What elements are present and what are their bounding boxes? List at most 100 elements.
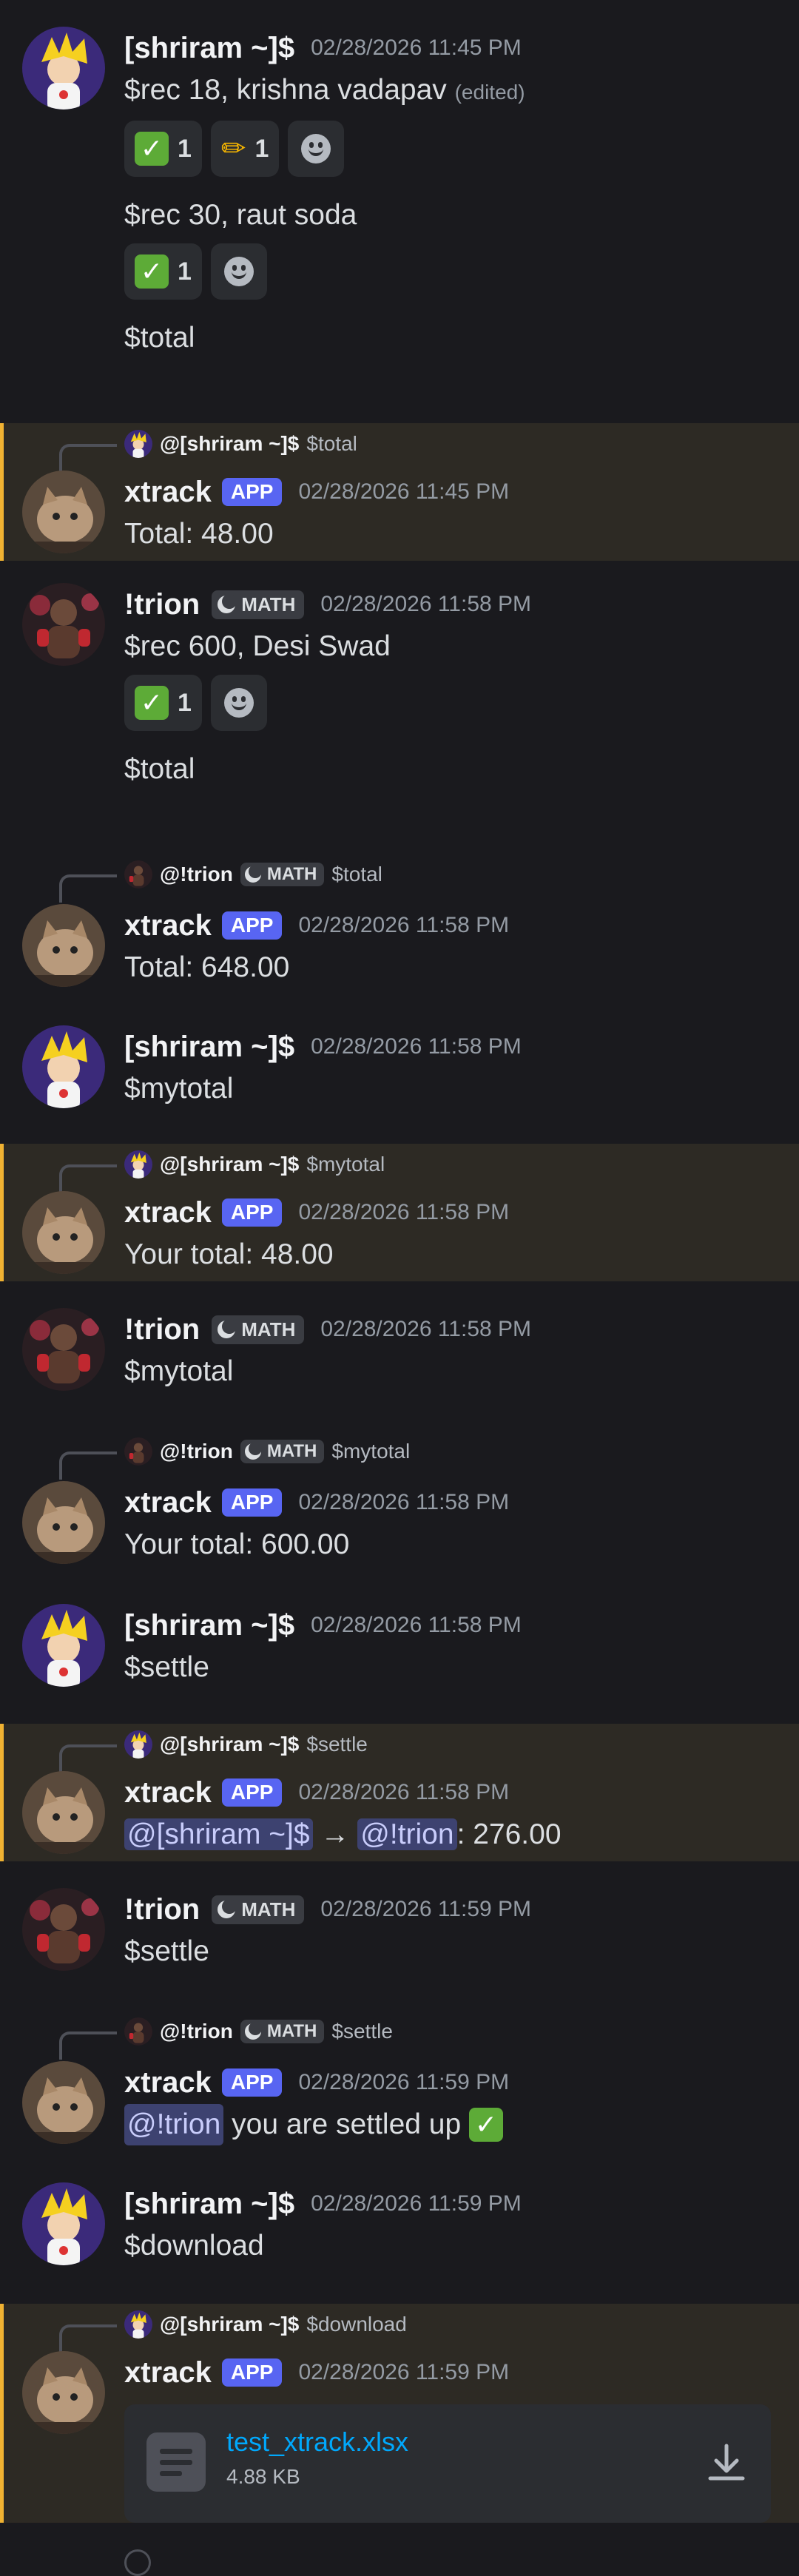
reply-connector xyxy=(59,444,117,472)
add-reaction-button[interactable] xyxy=(210,243,267,300)
username[interactable]: !trion xyxy=(124,1313,200,1346)
message-shriram[interactable]: [shriram ~]$ 02/28/2026 11:58 PM $settle xyxy=(0,1568,799,1724)
message-text: $mytotal xyxy=(124,1355,234,1387)
message-trion[interactable]: !trion MATH 02/28/2026 11:58 PM $mytotal xyxy=(0,1283,799,1423)
message-shriram[interactable]: [shriram ~]$ 02/28/2026 11:45 PM $rec 18… xyxy=(0,0,799,422)
reply-reference[interactable]: @[shriram ~]$ $total xyxy=(124,428,357,460)
reply-reference[interactable]: @[shriram ~]$ $mytotal xyxy=(124,1148,385,1181)
reply-reference[interactable]: @[shriram ~]$ $settle xyxy=(124,1728,368,1761)
username[interactable]: !trion xyxy=(124,588,200,621)
reply-mention[interactable]: @[shriram ~]$ xyxy=(160,1153,299,1176)
app-badge: APP xyxy=(221,1488,283,1517)
message-trion[interactable]: !trion MATH 02/28/2026 11:59 PM $settle xyxy=(0,1863,799,2003)
avatar-xtrack[interactable] xyxy=(22,2061,105,2144)
username[interactable]: [shriram ~]$ xyxy=(124,32,294,65)
username[interactable]: xtrack xyxy=(124,1776,212,1810)
reply-mention[interactable]: @[shriram ~]$ xyxy=(160,432,299,456)
username[interactable]: xtrack xyxy=(124,1196,212,1230)
username[interactable]: xtrack xyxy=(124,909,212,943)
reaction-count: 1 xyxy=(254,134,269,163)
badge-label: MATH xyxy=(266,1441,317,1461)
reply-mention[interactable]: @[shriram ~]$ xyxy=(160,2313,299,2336)
timestamp: 02/28/2026 11:45 PM xyxy=(298,479,510,504)
math-badge: MATH xyxy=(212,1895,305,1924)
message-xtrack[interactable]: @!trion MATH $settle xtrack APP 02/28/20… xyxy=(0,2003,799,2147)
download-icon[interactable] xyxy=(704,2441,749,2486)
mention-trion[interactable]: @!trion xyxy=(357,1818,457,1850)
reaction-check[interactable]: ✓ 1 xyxy=(124,121,202,177)
avatar-xtrack[interactable] xyxy=(22,471,105,553)
message-xtrack[interactable]: @!trion MATH $mytotal xtrack APP 02/28/2… xyxy=(0,1423,799,1568)
message-shriram[interactable]: [shriram ~]$ 02/28/2026 11:58 PM $mytota… xyxy=(0,994,799,1142)
avatar-xtrack[interactable] xyxy=(22,904,105,987)
avatar-trion[interactable] xyxy=(22,1308,105,1391)
message-xtrack[interactable]: @[shriram ~]$ $settle xtrack APP 02/28/2… xyxy=(0,1724,799,1861)
username[interactable]: !trion xyxy=(124,1893,200,1926)
message-xtrack[interactable]: @[shriram ~]$ $total xtrack APP 02/28/20… xyxy=(0,423,799,561)
avatar-xtrack[interactable] xyxy=(22,2351,105,2434)
edited-label: (edited) xyxy=(454,81,525,104)
message-xtrack[interactable]: @!trion MATH $total xtrack APP 02/28/202… xyxy=(0,852,799,994)
timestamp: 02/28/2026 11:59 PM xyxy=(320,1897,532,1921)
add-reaction-button[interactable] xyxy=(288,121,345,177)
mention-trion[interactable]: @!trion xyxy=(124,2104,224,2145)
avatar-trion[interactable] xyxy=(22,583,105,666)
username[interactable]: xtrack xyxy=(124,476,212,509)
message-text: Your total: 600.00 xyxy=(124,1528,350,1560)
reactions: ✓ 1 xyxy=(124,673,777,732)
reaction-check[interactable]: ✓ 1 xyxy=(124,675,202,731)
avatar-shriram[interactable] xyxy=(22,27,105,109)
file-name-link[interactable]: test_xtrack.xlsx xyxy=(226,2427,408,2458)
app-badge: APP xyxy=(221,911,283,940)
avatar-xtrack[interactable] xyxy=(22,1481,105,1564)
settled-text: you are settled up xyxy=(223,2108,470,2140)
check-emoji-icon: ✓ xyxy=(469,2108,504,2142)
avatar-shriram[interactable] xyxy=(22,2182,105,2265)
reply-mention[interactable]: @!trion xyxy=(160,2020,233,2043)
avatar-shriram[interactable] xyxy=(22,1025,105,1108)
reply-reference[interactable]: @!trion MATH $settle xyxy=(124,2015,393,2048)
message-xtrack[interactable]: @[shriram ~]$ $mytotal xtrack APP 02/28/… xyxy=(0,1144,799,1281)
timestamp: 02/28/2026 11:58 PM xyxy=(298,1490,510,1514)
username[interactable]: xtrack xyxy=(124,2356,212,2390)
settle-amount: : 276.00 xyxy=(456,1818,562,1850)
document-icon xyxy=(146,2432,206,2492)
reply-connector xyxy=(59,2032,117,2060)
reply-mention[interactable]: @!trion xyxy=(160,863,233,886)
username[interactable]: [shriram ~]$ xyxy=(124,1031,294,1064)
add-reaction-button[interactable] xyxy=(210,675,267,731)
username[interactable]: xtrack xyxy=(124,1486,212,1520)
avatar-shriram[interactable] xyxy=(22,1604,105,1687)
reaction-pencil[interactable]: ✏ 1 xyxy=(210,121,280,177)
avatar-shriram-mini xyxy=(124,1150,152,1179)
username[interactable]: [shriram ~]$ xyxy=(124,2188,294,2221)
reactions: ✓ 1 ✏ 1 xyxy=(124,119,777,178)
reply-mention[interactable]: @[shriram ~]$ xyxy=(160,1733,299,1756)
message-xtrack[interactable]: @[shriram ~]$ $download xtrack APP 02/28… xyxy=(0,2304,799,2523)
reaction-check[interactable]: ✓ 1 xyxy=(124,243,202,300)
mention-shriram[interactable]: @[shriram ~]$ xyxy=(124,1818,313,1850)
file-attachment[interactable]: test_xtrack.xlsx 4.88 KB xyxy=(124,2404,771,2523)
math-badge: MATH xyxy=(240,1440,325,1463)
avatar-xtrack[interactable] xyxy=(22,1771,105,1854)
pencil-emoji-icon: ✏ xyxy=(220,132,246,165)
message-partial xyxy=(0,2523,799,2576)
file-size: 4.88 KB xyxy=(226,2465,300,2488)
message-shriram[interactable]: [shriram ~]$ 02/28/2026 11:59 PM $downlo… xyxy=(0,2147,799,2302)
reply-reference[interactable]: @!trion MATH $total xyxy=(124,858,382,891)
reply-reference[interactable]: @!trion MATH $mytotal xyxy=(124,1435,410,1468)
timestamp: 02/28/2026 11:59 PM xyxy=(311,2191,522,2216)
avatar-trion[interactable] xyxy=(22,1888,105,1971)
app-badge: APP xyxy=(221,1198,283,1227)
avatar-xtrack[interactable] xyxy=(22,1191,105,1274)
message-line: $rec 600, Desi Swad xyxy=(124,630,391,662)
username[interactable]: [shriram ~]$ xyxy=(124,1609,294,1642)
moon-icon xyxy=(218,594,237,613)
username[interactable]: xtrack xyxy=(124,2066,212,2100)
partial-avatar xyxy=(124,2549,151,2576)
reaction-count: 1 xyxy=(178,688,192,717)
reply-reference[interactable]: @[shriram ~]$ $download xyxy=(124,2308,407,2341)
arrow-text: → xyxy=(320,1818,350,1850)
reply-mention[interactable]: @!trion xyxy=(160,1440,233,1463)
message-trion[interactable]: !trion MATH 02/28/2026 11:58 PM $rec 600… xyxy=(0,561,799,852)
